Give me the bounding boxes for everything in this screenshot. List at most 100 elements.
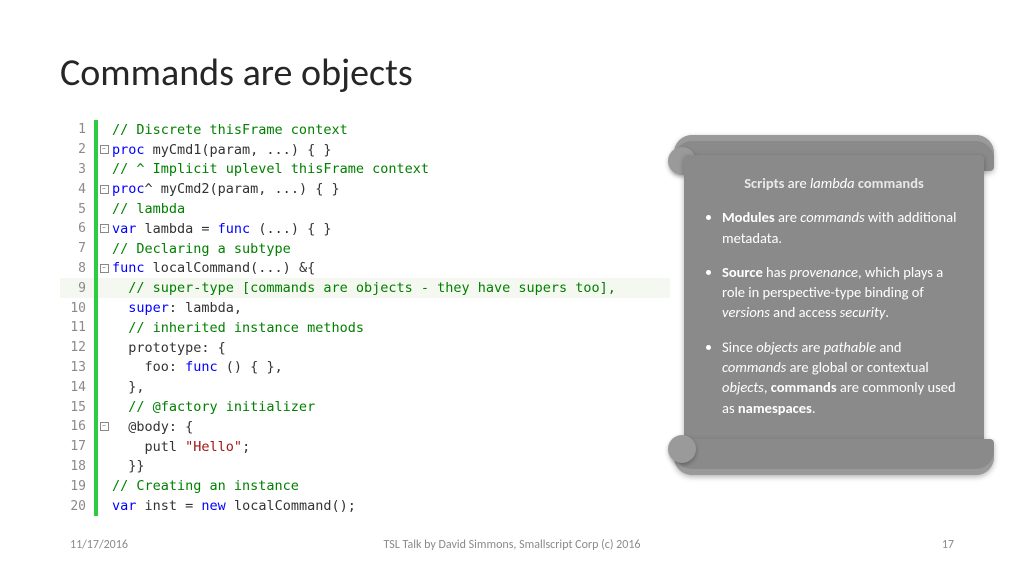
fold-gutter	[98, 457, 110, 477]
callout-header: Scripts are lambda commands	[704, 173, 964, 193]
code-text: // super-type [commands are objects - th…	[110, 280, 616, 296]
code-line: 16− @body: {	[60, 417, 670, 437]
fold-gutter	[98, 278, 110, 298]
footer-page-number: 17	[942, 538, 954, 552]
fold-gutter	[98, 298, 110, 318]
fold-gutter	[98, 120, 110, 140]
callout-header-scripts: Scripts	[744, 174, 784, 192]
code-line: 19// Creating an instance	[60, 476, 670, 496]
line-number: 5	[60, 202, 94, 217]
callout-bullets: Modules are commands with additional met…	[704, 207, 964, 418]
callout-bullet: Modules are commands with additional met…	[722, 207, 964, 248]
code-line: 9 // super-type [commands are objects - …	[60, 278, 670, 298]
line-number: 11	[60, 320, 94, 335]
fold-gutter	[98, 476, 110, 496]
code-text: prototype: {	[110, 340, 226, 356]
code-line: 10 super: lambda,	[60, 298, 670, 318]
code-text: // ^ Implicit uplevel thisFrame context	[110, 161, 429, 177]
code-text: // Declaring a subtype	[110, 241, 291, 257]
scroll-curl-icon	[668, 435, 696, 463]
fold-gutter	[98, 338, 110, 358]
line-number: 15	[60, 400, 94, 415]
code-line: 20 var inst = new localCommand();	[60, 496, 670, 516]
fold-gutter	[98, 239, 110, 259]
line-number: 16	[60, 419, 94, 434]
line-number: 3	[60, 162, 94, 177]
code-text: foo: func () { },	[110, 359, 283, 375]
code-text: var lambda = func (...) { }	[110, 221, 331, 237]
fold-gutter	[98, 496, 110, 516]
code-text: func localCommand(...) &{	[110, 260, 315, 276]
fold-gutter	[98, 358, 110, 378]
code-line: 4−proc^ myCmd2(param, ...) { }	[60, 179, 670, 199]
fold-gutter[interactable]: −	[98, 140, 110, 160]
fold-gutter	[98, 377, 110, 397]
slide-title: Commands are objects	[60, 50, 413, 96]
code-text: super: lambda,	[110, 300, 242, 316]
line-number: 8	[60, 261, 94, 276]
fold-gutter[interactable]: −	[98, 219, 110, 239]
callout-scroll: Scripts are lambda commands Modules are …	[674, 135, 994, 475]
line-number: 10	[60, 301, 94, 316]
line-number: 9	[60, 281, 94, 296]
code-text: putl "Hello";	[110, 439, 250, 455]
line-number: 12	[60, 340, 94, 355]
code-line: 7 // Declaring a subtype	[60, 239, 670, 259]
code-line: 6−var lambda = func (...) { }	[60, 219, 670, 239]
code-text: proc myCmd1(param, ...) { }	[110, 142, 331, 158]
code-line: 11 // inherited instance methods	[60, 318, 670, 338]
callout-body: Scripts are lambda commands Modules are …	[684, 155, 984, 455]
code-text: // @factory initializer	[110, 399, 315, 415]
callout-header-are: are	[784, 174, 810, 192]
code-line: 17 putl "Hello";	[60, 437, 670, 457]
footer: 11/17/2016 TSL Talk by David Simmons, Sm…	[0, 538, 1024, 558]
code-text: proc^ myCmd2(param, ...) { }	[110, 181, 340, 197]
code-text: // lambda	[110, 201, 185, 217]
code-line: 12 prototype: {	[60, 338, 670, 358]
code-text: // Discrete thisFrame context	[110, 122, 348, 138]
code-line: 3 // ^ Implicit uplevel thisFrame context	[60, 160, 670, 180]
fold-toggle-icon[interactable]: −	[100, 224, 109, 233]
line-number: 2	[60, 142, 94, 157]
slide: Commands are objects 1 // Discrete thisFr…	[0, 0, 1024, 576]
code-text: // Creating an instance	[110, 478, 299, 494]
fold-toggle-icon[interactable]: −	[100, 422, 109, 431]
fold-gutter	[98, 160, 110, 180]
fold-gutter	[98, 199, 110, 219]
code-line: 13 foo: func () { },	[60, 358, 670, 378]
callout-bullet: Since objects are pathable and commands …	[722, 337, 964, 418]
code-text: },	[110, 379, 145, 395]
code-text: var inst = new localCommand();	[110, 498, 356, 514]
line-number: 14	[60, 380, 94, 395]
code-block: 1// Discrete thisFrame context2−proc myC…	[60, 120, 670, 516]
line-number: 4	[60, 182, 94, 197]
fold-gutter	[98, 397, 110, 417]
code-text: // inherited instance methods	[110, 320, 364, 336]
fold-gutter	[98, 437, 110, 457]
line-number: 1	[60, 122, 94, 137]
line-number: 20	[60, 499, 94, 514]
fold-toggle-icon[interactable]: −	[100, 185, 109, 194]
callout-bullet: Source has provenance, which plays a rol…	[722, 262, 964, 323]
code-line: 8−func localCommand(...) &{	[60, 259, 670, 279]
line-number: 13	[60, 360, 94, 375]
fold-gutter	[98, 318, 110, 338]
fold-toggle-icon[interactable]: −	[100, 264, 109, 273]
code-line: 18 }}	[60, 457, 670, 477]
fold-toggle-icon[interactable]: −	[100, 145, 109, 154]
callout-header-lambda: lambda	[810, 174, 855, 192]
scroll-bottom-decor	[674, 439, 994, 475]
line-number: 7	[60, 241, 94, 256]
fold-gutter[interactable]: −	[98, 179, 110, 199]
code-line: 14 },	[60, 377, 670, 397]
code-line: 5 // lambda	[60, 199, 670, 219]
footer-credits: TSL Talk by David Simmons, Smallscript C…	[0, 538, 1024, 552]
code-line: 2−proc myCmd1(param, ...) { }	[60, 140, 670, 160]
code-text: }}	[110, 458, 145, 474]
code-line: 1 // Discrete thisFrame context	[60, 120, 670, 140]
line-number: 6	[60, 221, 94, 236]
fold-gutter[interactable]: −	[98, 417, 110, 437]
code-line: 15 // @factory initializer	[60, 397, 670, 417]
fold-gutter[interactable]: −	[98, 259, 110, 279]
callout-header-commands: commands	[855, 174, 924, 192]
